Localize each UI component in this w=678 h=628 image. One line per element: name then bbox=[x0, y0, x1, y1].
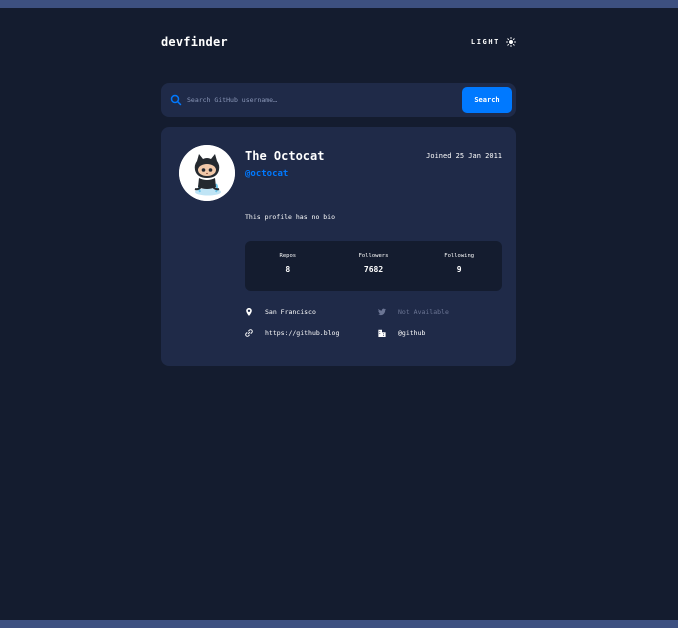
location-pin-icon bbox=[246, 308, 252, 316]
location-text: San Francisco bbox=[265, 308, 316, 316]
stat-following: Following 9 bbox=[416, 241, 502, 291]
bottom-frame-border bbox=[0, 620, 678, 628]
avatar bbox=[179, 145, 235, 201]
profile-login-link[interactable]: @octocat bbox=[245, 169, 288, 179]
theme-toggle-button[interactable]: LIGHT bbox=[471, 37, 516, 47]
stat-followers-value: 7682 bbox=[363, 265, 384, 274]
app-header: devfinder LIGHT bbox=[161, 34, 516, 52]
twitter-item: Not Available bbox=[378, 306, 449, 318]
theme-toggle-label: LIGHT bbox=[470, 38, 500, 46]
location-item: San Francisco bbox=[245, 306, 316, 318]
company-link[interactable]: @github bbox=[398, 329, 425, 337]
search-bar: Search bbox=[161, 83, 516, 117]
stat-repos-label: Repos bbox=[279, 253, 297, 259]
app-logo: devfinder bbox=[161, 35, 228, 49]
stat-followers-label: Followers bbox=[358, 253, 389, 259]
search-button[interactable]: Search bbox=[462, 87, 512, 113]
top-frame-border bbox=[0, 0, 678, 8]
blog-item[interactable]: https://github.blog bbox=[245, 327, 339, 339]
sun-icon bbox=[506, 37, 516, 47]
profile-card: The Octocat @octocat Joined 25 Jan 2011 … bbox=[161, 127, 516, 366]
twitter-text: Not Available bbox=[398, 308, 449, 316]
search-icon bbox=[170, 94, 182, 106]
company-building-icon bbox=[378, 329, 386, 337]
blog-link[interactable]: https://github.blog bbox=[265, 329, 339, 337]
profile-bio: This profile has no bio bbox=[245, 213, 336, 221]
link-icon bbox=[245, 329, 253, 337]
stats-box: Repos 8 Followers 7682 Following 9 bbox=[245, 241, 502, 291]
stat-repos-value: 8 bbox=[285, 265, 291, 274]
stat-following-value: 9 bbox=[456, 265, 462, 274]
octocat-avatar-icon bbox=[179, 145, 235, 201]
profile-name: The Octocat bbox=[245, 149, 325, 163]
company-item[interactable]: @github bbox=[378, 327, 425, 339]
stat-followers: Followers 7682 bbox=[331, 241, 417, 291]
twitter-icon bbox=[378, 308, 386, 316]
stat-repos: Repos 8 bbox=[245, 241, 331, 291]
profile-links: San Francisco Not Available https://gith… bbox=[245, 306, 502, 346]
stat-following-label: Following bbox=[444, 253, 475, 259]
joined-date: Joined 25 Jan 2011 bbox=[426, 152, 502, 160]
search-input[interactable] bbox=[187, 92, 447, 108]
